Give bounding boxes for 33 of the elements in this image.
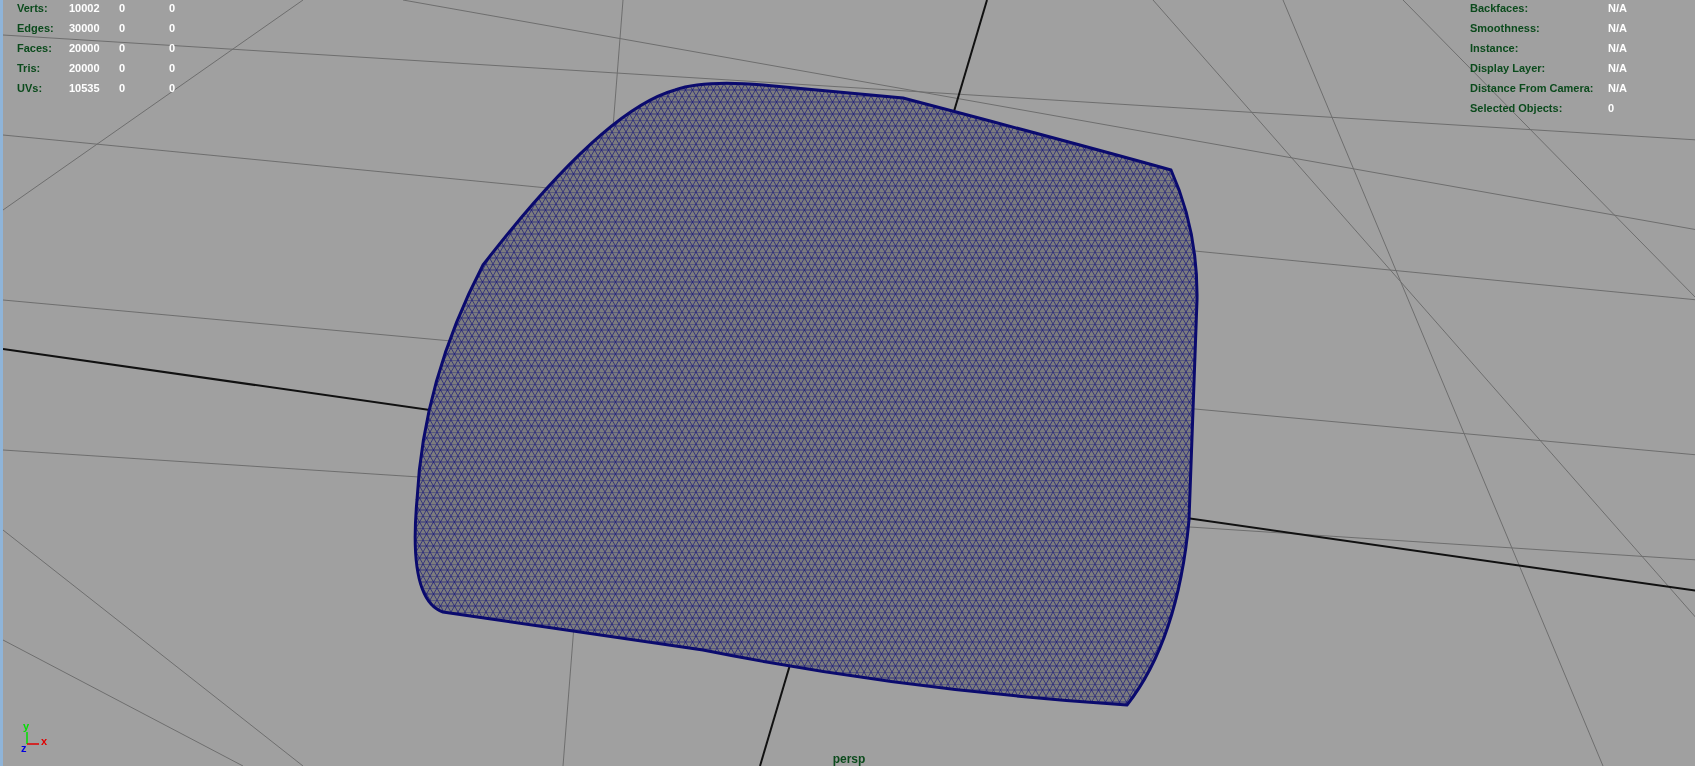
stat-value: 30000	[69, 21, 101, 35]
stat-value: 0	[169, 61, 177, 75]
camera-name: persp	[832, 752, 866, 766]
stat-label: Tris:	[17, 61, 42, 75]
stat-label: Faces:	[17, 41, 53, 55]
info-value: N/A	[1608, 41, 1628, 55]
stat-value: 0	[119, 1, 127, 15]
stat-value: 20000	[69, 61, 101, 75]
stat-value: 0	[169, 1, 177, 15]
info-value: N/A	[1608, 61, 1628, 75]
info-label: Backfaces:	[1470, 1, 1530, 15]
stat-value: 20000	[69, 41, 101, 55]
info-label: Instance:	[1470, 41, 1520, 55]
stat-value: 10535	[69, 81, 101, 95]
info-label: Selected Objects:	[1470, 101, 1564, 115]
stat-value: 0	[169, 21, 177, 35]
info-label: Display Layer:	[1470, 61, 1547, 75]
stat-value: 10002	[69, 1, 101, 15]
stat-value: 0	[119, 21, 127, 35]
info-value: N/A	[1608, 81, 1628, 95]
info-value: N/A	[1608, 21, 1628, 35]
stat-value: 0	[119, 41, 127, 55]
stat-value: 0	[169, 41, 177, 55]
stat-value: 0	[119, 61, 127, 75]
stat-label: UVs:	[17, 81, 44, 95]
info-value: N/A	[1608, 1, 1628, 15]
info-label: Distance From Camera:	[1470, 81, 1595, 95]
stat-value: 0	[169, 81, 177, 95]
info-value: 0	[1608, 101, 1616, 115]
stat-label: Edges:	[17, 21, 55, 35]
stat-label: Verts:	[17, 1, 49, 15]
stat-value: 0	[119, 81, 127, 95]
info-label: Smoothness:	[1470, 21, 1541, 35]
